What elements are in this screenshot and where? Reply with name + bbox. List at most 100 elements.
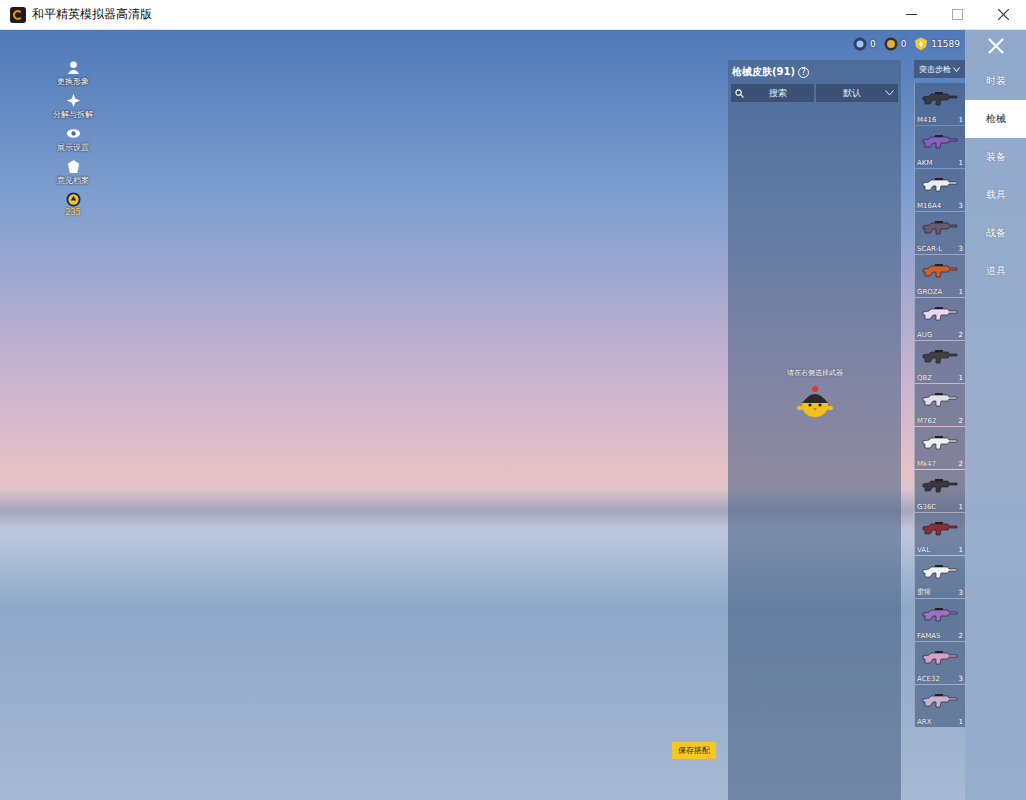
weapon-item[interactable]: G36C1 xyxy=(914,470,965,512)
close-icon xyxy=(987,37,1005,55)
weapon-item[interactable]: QBZ 1 xyxy=(914,341,965,383)
nav-tab-label: 装备 xyxy=(986,150,1006,164)
dismantle-icon xyxy=(66,93,81,108)
rifle-icon xyxy=(921,432,959,454)
side-menu-item[interactable]: 分解与拆解 xyxy=(53,93,93,120)
rifle-icon xyxy=(921,647,959,669)
game-scene: 更换形象分解与拆解展示设置意见档案2350011589枪械皮肤(91)?默认请在… xyxy=(0,30,1026,800)
weapon-item[interactable]: SCAR-L3 xyxy=(914,212,965,254)
search-input[interactable] xyxy=(746,88,810,98)
archive-icon xyxy=(66,159,81,174)
rifle-icon xyxy=(921,260,959,282)
weapon-item[interactable]: AKM 1 xyxy=(914,126,965,168)
weapon-name: M16A4 xyxy=(917,202,941,210)
side-menu-label: 意见档案 xyxy=(57,175,89,186)
close-button[interactable] xyxy=(980,0,1026,30)
rank-icon xyxy=(66,192,81,207)
help-icon[interactable]: ? xyxy=(798,67,809,78)
weapon-count: 1 xyxy=(959,503,963,511)
nav-tab-label: 载具 xyxy=(986,188,1006,202)
rifle-icon xyxy=(921,303,959,325)
chevron-down-icon xyxy=(953,67,960,72)
weapon-name: GROZA xyxy=(917,288,942,296)
rifle-icon xyxy=(921,690,959,712)
side-menu-item[interactable]: 展示设置 xyxy=(57,126,89,153)
weapon-item[interactable]: GROZA 1 xyxy=(914,255,965,297)
weapon-item[interactable]: ACE323 xyxy=(914,642,965,684)
side-menu-item[interactable]: 更换形象 xyxy=(57,60,89,87)
weapon-item[interactable]: ARX1 xyxy=(914,685,965,727)
nav-tab[interactable]: 道具 xyxy=(965,252,1026,290)
chevron-down-icon xyxy=(885,90,894,96)
side-menu-label: 更换形象 xyxy=(57,76,89,87)
rifle-icon xyxy=(921,561,959,583)
nav-tab-label: 道具 xyxy=(986,264,1006,278)
right-panels: 枪械皮肤(91)?默认请在右侧选择武器突击步枪M4161AKM1M16A43SC… xyxy=(728,30,1026,800)
weapon-count: 1 xyxy=(959,374,963,382)
weapon-name: M416 xyxy=(917,116,936,124)
nav-tab-label: 时装 xyxy=(986,74,1006,88)
window-title: 和平精英模拟器高清版 xyxy=(32,6,152,23)
weapon-name: AKM xyxy=(917,159,932,167)
rifle-icon xyxy=(921,518,959,540)
weapon-count: 1 xyxy=(959,288,963,296)
rifle-icon xyxy=(921,131,959,153)
rifle-icon xyxy=(921,217,959,239)
currency-amount: 0 xyxy=(901,39,907,49)
weapon-item[interactable]: 蜜獾3 xyxy=(914,556,965,598)
side-menu-item[interactable]: 意见档案 xyxy=(57,159,89,186)
weapon-item[interactable]: M4161 xyxy=(914,83,965,125)
weapon-item[interactable]: M16A4 3 xyxy=(914,169,965,211)
weapon-item[interactable]: FAMAS2 xyxy=(914,599,965,641)
nav-tab[interactable]: 载具 xyxy=(965,176,1026,214)
weapon-item[interactable]: AUG 2 xyxy=(914,298,965,340)
weapon-name: AUG xyxy=(917,331,932,339)
currency-amount: 0 xyxy=(870,39,876,49)
exit-button[interactable] xyxy=(965,30,1026,62)
nav-tab[interactable]: 战备 xyxy=(965,214,1026,252)
rifle-icon xyxy=(921,88,959,110)
eye-icon xyxy=(66,126,81,141)
currency-amount: 11589 xyxy=(931,39,960,49)
weapon-item[interactable]: M7622 xyxy=(914,384,965,426)
weapon-item[interactable]: Mk472 xyxy=(914,427,965,469)
rifle-icon xyxy=(921,475,959,497)
weapon-item[interactable]: VAL1 xyxy=(914,513,965,555)
level-badge[interactable]: 235 xyxy=(65,192,80,217)
weapon-count: 2 xyxy=(959,331,963,339)
sort-dropdown[interactable]: 默认 xyxy=(816,84,899,102)
weapon-count: 1 xyxy=(959,718,963,726)
weapon-count: 2 xyxy=(959,460,963,468)
category-value: 突击步枪 xyxy=(919,64,951,75)
weapon-name: QBZ xyxy=(917,374,932,382)
app-logo-icon xyxy=(10,7,26,23)
weapon-name: SCAR-L xyxy=(917,245,942,253)
side-menu-label: 展示设置 xyxy=(57,142,89,153)
maximize-button[interactable] xyxy=(934,0,980,30)
weapon-count: 2 xyxy=(959,417,963,425)
weapon-count: 1 xyxy=(959,159,963,167)
category-dropdown[interactable]: 突击步枪 xyxy=(914,60,965,78)
weapon-name: ACE32 xyxy=(917,675,940,683)
minimize-button[interactable] xyxy=(888,0,934,30)
currency-item: 11589 xyxy=(914,37,960,51)
panel-title: 枪械皮肤(91) xyxy=(732,65,795,79)
currency-item: 0 xyxy=(853,37,876,51)
rifle-icon xyxy=(921,604,959,626)
side-menu-label: 分解与拆解 xyxy=(53,109,93,120)
nav-tab[interactable]: 装备 xyxy=(965,138,1026,176)
nav-tab-label: 枪械 xyxy=(986,112,1006,126)
save-button[interactable]: 保存搭配 xyxy=(672,742,716,759)
gold-icon xyxy=(914,37,928,51)
coin-icon xyxy=(884,37,898,51)
close-icon xyxy=(998,9,1009,20)
search-field[interactable] xyxy=(731,84,814,102)
nav-tab[interactable]: 时装 xyxy=(965,62,1026,100)
panel-header: 枪械皮肤(91)? xyxy=(728,60,901,84)
maximize-icon xyxy=(952,9,963,20)
weapon-count: 3 xyxy=(959,202,963,210)
prompt-text: 请在右侧选择武器 xyxy=(787,368,843,378)
title-bar: 和平精英模拟器高清版 xyxy=(0,0,1026,30)
weapon-count: 1 xyxy=(959,546,963,554)
nav-tab[interactable]: 枪械 xyxy=(965,100,1026,138)
